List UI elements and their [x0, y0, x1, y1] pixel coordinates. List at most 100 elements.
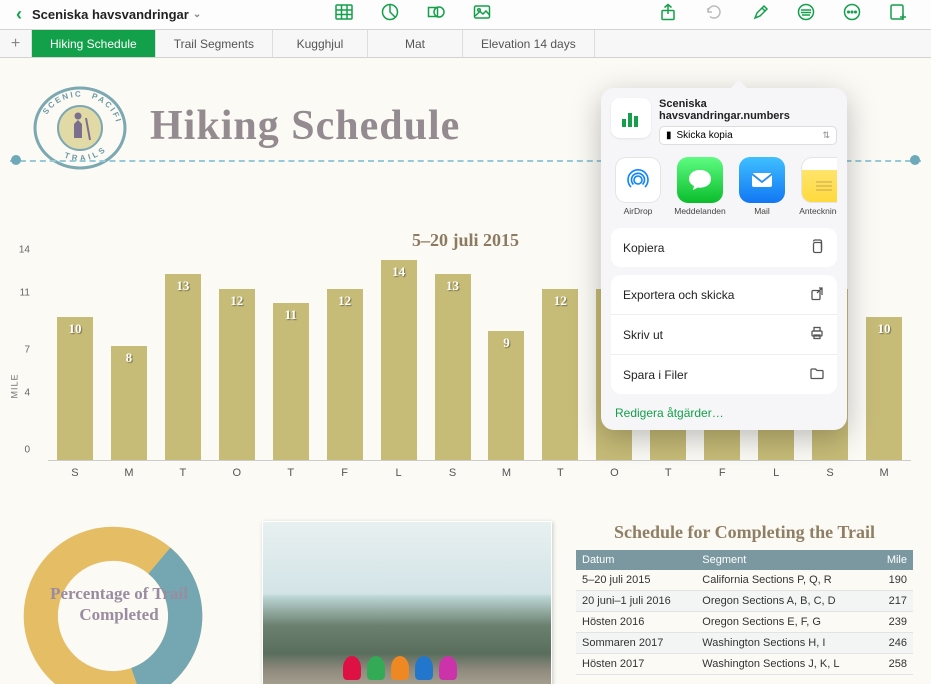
chevron-down-icon: ⌄: [193, 9, 201, 20]
bar[interactable]: 12: [327, 289, 363, 460]
y-axis-label: MILE: [10, 373, 20, 398]
x-category: O: [210, 467, 264, 479]
table-icon[interactable]: [321, 3, 367, 26]
sheet-tabs: + Hiking ScheduleTrail SegmentsKugghjulM…: [0, 30, 931, 58]
airdrop-icon: [615, 157, 661, 203]
bar-value: 10: [866, 321, 902, 337]
bar[interactable]: 12: [219, 289, 255, 460]
share-app-mail[interactable]: Mail: [735, 157, 789, 216]
x-category: T: [156, 467, 210, 479]
brush-icon[interactable]: [737, 3, 783, 26]
table-row[interactable]: Sommaren 2017Washington Sections H, I246: [576, 632, 913, 653]
share-mode-label: Skicka kopia: [677, 130, 733, 141]
donut-label: Percentage of Trail Completed: [44, 583, 194, 626]
x-category: T: [264, 467, 318, 479]
col-header[interactable]: Segment: [696, 550, 874, 570]
share-mode-select[interactable]: ▮ Skicka kopia ⇅: [659, 126, 837, 145]
x-category: T: [533, 467, 587, 479]
col-header[interactable]: Datum: [576, 550, 696, 570]
x-category: L: [749, 467, 803, 479]
new-cell-icon[interactable]: [875, 3, 921, 26]
format-icon[interactable]: [783, 3, 829, 26]
doc-title-text: Sceniska havsvandringar: [32, 7, 189, 22]
x-category: T: [641, 467, 695, 479]
x-category: M: [480, 467, 534, 479]
document-icon: ▮: [666, 130, 672, 141]
bar[interactable]: 10: [866, 317, 902, 460]
col-header[interactable]: Mile: [875, 550, 913, 570]
trails-logo: SCENIC PACIFIC TRAILS: [30, 82, 130, 170]
edit-actions-link[interactable]: Redigera åtgärder…: [611, 400, 837, 422]
action-folder[interactable]: Spara i Filer: [611, 354, 837, 394]
add-sheet-button[interactable]: +: [0, 30, 32, 57]
table-row[interactable]: 5–20 juli 2015California Sections P, Q, …: [576, 570, 913, 591]
x-category: O: [587, 467, 641, 479]
sheet-tab[interactable]: Elevation 14 days: [463, 30, 595, 57]
action-print[interactable]: Skriv ut: [611, 314, 837, 354]
share-icon[interactable]: [645, 3, 691, 26]
bar[interactable]: 13: [165, 274, 201, 460]
undo-icon[interactable]: [691, 3, 737, 26]
chevron-updown-icon: ⇅: [822, 130, 830, 141]
sheet-tab[interactable]: Hiking Schedule: [32, 30, 156, 57]
trail-photo[interactable]: [262, 521, 552, 684]
bar-value: 12: [219, 293, 255, 309]
canvas: SCENIC PACIFIC TRAILS Hiking Schedule 5–…: [0, 58, 931, 684]
schedule-table-section: Schedule for Completing the Trail DatumS…: [576, 521, 913, 684]
x-category: S: [803, 467, 857, 479]
schedule-table[interactable]: DatumSegmentMile 5–20 juli 2015Californi…: [576, 550, 913, 675]
bar[interactable]: 11: [273, 303, 309, 460]
x-category: F: [318, 467, 372, 479]
top-toolbar: ‹ Sceniska havsvandringar ⌄: [0, 0, 931, 30]
meddelanden-icon: [677, 157, 723, 203]
table-row[interactable]: Hösten 2016Oregon Sections E, F, G239: [576, 611, 913, 632]
x-category: F: [695, 467, 749, 479]
bar-value: 14: [381, 264, 417, 280]
copy-icon: [809, 238, 825, 257]
action-export[interactable]: Exportera och skicka: [611, 275, 837, 314]
chart-icon[interactable]: [367, 3, 413, 26]
bar[interactable]: 8: [111, 346, 147, 460]
x-category: L: [372, 467, 426, 479]
share-popover: Sceniska havsvandringar.numbers ▮ Skicka…: [601, 88, 847, 430]
bar-value: 11: [273, 307, 309, 323]
share-app-meddelanden[interactable]: Meddelanden: [673, 157, 727, 216]
more-icon[interactable]: [829, 3, 875, 26]
doc-title[interactable]: Sceniska havsvandringar ⌄: [32, 7, 201, 22]
sheet-tab[interactable]: Kugghjul: [273, 30, 368, 57]
x-category: S: [48, 467, 102, 479]
bar-value: 10: [57, 321, 93, 337]
bar-value: 13: [165, 278, 201, 294]
share-app-anteckningar[interactable]: Anteckningar: [797, 157, 837, 216]
bar[interactable]: 10: [57, 317, 93, 460]
sheet-tab[interactable]: Trail Segments: [156, 30, 273, 57]
table-row[interactable]: Hösten 2017Washington Sections J, K, L25…: [576, 653, 913, 674]
image-icon[interactable]: [459, 3, 505, 26]
sheet-tab[interactable]: Mat: [368, 30, 463, 57]
bar[interactable]: 12: [542, 289, 578, 460]
export-icon: [809, 285, 825, 304]
page-title: Hiking Schedule: [150, 102, 460, 150]
x-category: M: [857, 467, 911, 479]
anteckningar-icon: [801, 157, 837, 203]
bar-value: 13: [435, 278, 471, 294]
bar-value: 8: [111, 350, 147, 366]
donut-chart[interactable]: Percentage of Trail Completed: [18, 521, 238, 684]
print-icon: [809, 325, 825, 344]
x-category: M: [102, 467, 156, 479]
mail-icon: [739, 157, 785, 203]
bar-value: 9: [488, 335, 524, 351]
shape-icon[interactable]: [413, 3, 459, 26]
share-app-airdrop[interactable]: AirDrop: [611, 157, 665, 216]
folder-icon: [809, 365, 825, 384]
table-title: Schedule for Completing the Trail: [576, 521, 913, 544]
back-button[interactable]: ‹: [10, 4, 28, 25]
action-copy[interactable]: Kopiera: [611, 228, 837, 267]
table-row[interactable]: 20 juni–1 juli 2016Oregon Sections A, B,…: [576, 590, 913, 611]
divider-dot: [910, 155, 920, 165]
bar[interactable]: 9: [488, 331, 524, 460]
bar-value: 12: [327, 293, 363, 309]
bar[interactable]: 14: [381, 260, 417, 460]
bar[interactable]: 13: [435, 274, 471, 460]
share-filename: Sceniska havsvandringar.numbers: [659, 98, 837, 122]
